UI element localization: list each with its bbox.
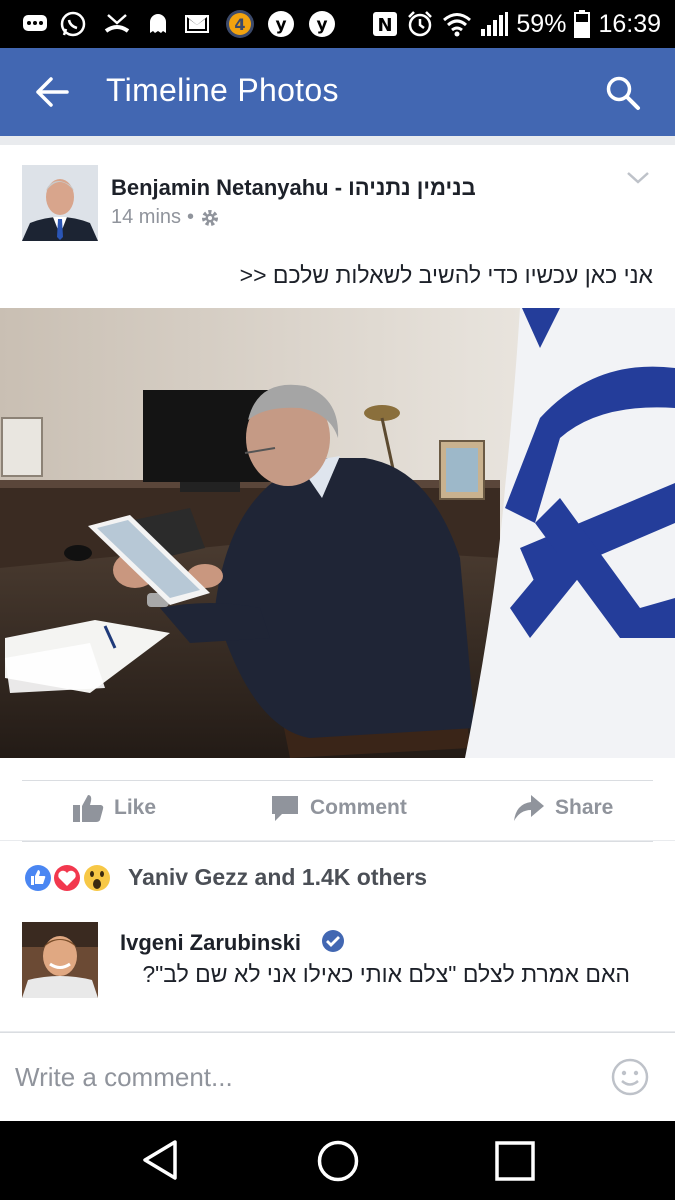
svg-text:y: y <box>275 15 286 35</box>
like-button[interactable]: Like <box>72 790 156 826</box>
post-actions-bar: Like Comment Share <box>0 758 675 840</box>
like-label: Like <box>114 796 157 819</box>
channel4-icon: 4 <box>226 10 254 38</box>
battery-percent: 59% <box>516 9 567 38</box>
nav-recents-icon[interactable] <box>494 1140 536 1182</box>
commenter-name[interactable]: Ivgeni Zarubinski <box>120 929 345 956</box>
comment-button[interactable]: Comment <box>270 790 407 826</box>
ynet-icon: y <box>309 11 335 37</box>
commenter-avatar[interactable] <box>22 922 98 998</box>
alarm-icon <box>408 11 433 37</box>
love-reaction-icon <box>52 863 82 893</box>
nfc-icon: N <box>373 12 398 36</box>
post-card: Benjamin Netanyahu - בנימין נתניהו 14 mi… <box>0 145 675 308</box>
verified-badge-icon <box>322 930 345 952</box>
share-arrow-icon <box>514 795 544 821</box>
post-text: אני כאן עכשיו כדי להשיב לשאלות שלכם << <box>239 262 653 288</box>
comment-item: Ivgeni Zarubinski האם אמרת לצלם "צלם אות… <box>0 921 675 1031</box>
reaction-icons <box>23 863 112 893</box>
share-label: Share <box>555 796 614 819</box>
share-button[interactable]: Share <box>513 790 613 826</box>
search-icon[interactable] <box>604 74 642 112</box>
thumbs-up-icon <box>73 795 104 822</box>
svg-text:y: y <box>316 15 327 35</box>
post-photo[interactable] <box>0 308 675 758</box>
divider <box>22 780 653 781</box>
nav-home-icon[interactable] <box>316 1139 360 1183</box>
whatsapp-icon <box>60 11 86 37</box>
author-avatar[interactable] <box>22 165 98 241</box>
app-bar: Timeline Photos <box>0 48 675 136</box>
comment-bubble-icon <box>272 796 298 821</box>
post-time-text: 14 mins <box>111 206 182 228</box>
comment-input[interactable] <box>0 1032 590 1122</box>
divider <box>22 841 653 842</box>
emoji-icon[interactable] <box>610 1057 650 1097</box>
missed-call-icon <box>104 14 130 33</box>
android-nav-bar <box>0 1121 675 1200</box>
chevron-down-icon[interactable] <box>626 171 650 185</box>
wifi-icon <box>443 13 472 37</box>
wow-reaction-icon <box>82 863 112 893</box>
reactions-summary[interactable]: Yaniv Gezz and 1.4K others <box>0 841 675 921</box>
ghost-icon <box>150 14 166 33</box>
gear-icon <box>202 209 219 226</box>
signal-icon <box>481 12 509 36</box>
back-arrow-icon[interactable] <box>34 76 70 108</box>
separator-dot: • <box>187 206 195 228</box>
page-title: Timeline Photos <box>106 72 339 108</box>
comment-label: Comment <box>310 796 407 819</box>
chat-icon <box>23 15 47 31</box>
reactions-count-text: Yaniv Gezz and 1.4K others <box>128 864 428 890</box>
comment-text: האם אמרת לצלם "צלם אותי כאילו אני לא שם … <box>142 961 630 987</box>
status-bar: 4 y y N 59% 16:39 <box>0 0 675 48</box>
battery-icon <box>574 10 591 38</box>
comment-composer <box>0 1032 675 1122</box>
like-reaction-icon <box>23 863 53 893</box>
commenter-name-text: Ivgeni Zarubinski <box>120 930 301 955</box>
svg-text:N: N <box>378 15 393 36</box>
post-timestamp: 14 mins • <box>111 206 220 229</box>
nav-back-icon[interactable] <box>140 1139 180 1181</box>
post-author-name[interactable]: Benjamin Netanyahu - בנימין נתניהו <box>111 175 476 201</box>
svg-text:4: 4 <box>234 15 245 34</box>
ynet-icon: y <box>268 11 294 37</box>
gmail-icon <box>185 15 209 33</box>
clock: 16:39 <box>598 9 661 38</box>
